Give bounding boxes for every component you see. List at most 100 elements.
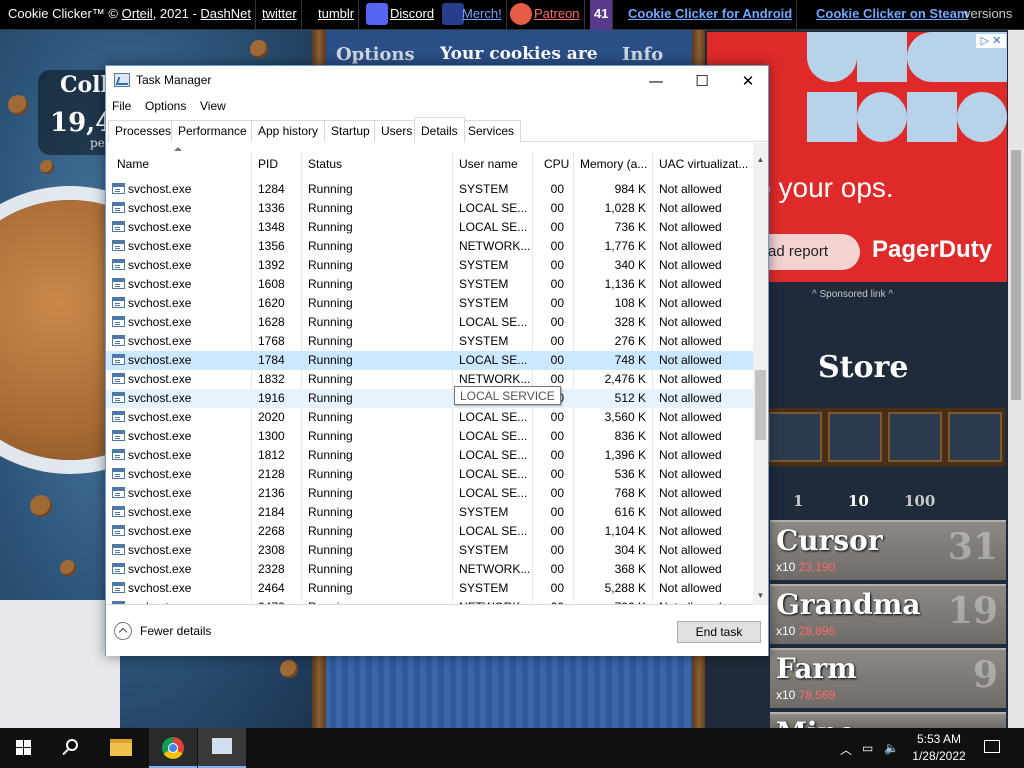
tab-startup[interactable]: Startup <box>324 120 377 142</box>
close-button[interactable]: ✕ <box>725 66 771 96</box>
building-farm[interactable]: Farm x10 78,569 9 <box>770 648 1006 708</box>
table-row[interactable]: svchost.exe 2472 Running NETWORK... 00 792 K N… <box>106 598 753 604</box>
clock-time[interactable]: 5:53 AM <box>906 732 972 746</box>
minimize-button[interactable]: — <box>633 66 679 96</box>
column-header-pid[interactable]: PID <box>258 157 278 171</box>
title-bar[interactable]: Task Manager — ☐ ✕ <box>106 66 768 96</box>
scroll-down-icon[interactable]: ▼ <box>753 591 768 603</box>
table-row[interactable]: svchost.exe 1608 Running SYSTEM 00 1,136 K Not… <box>106 275 753 294</box>
tab-services[interactable]: Services <box>461 120 522 142</box>
table-row[interactable]: svchost.exe 1300 Running LOCAL SE... 00 836 K… <box>106 427 753 446</box>
column-header-name[interactable]: Name <box>117 157 149 171</box>
table-row[interactable]: svchost.exe 1628 Running LOCAL SE... 00 328 K… <box>106 313 753 332</box>
upgrade-cookie-icon[interactable] <box>888 412 942 462</box>
table-row[interactable]: svchost.exe 2464 Running SYSTEM 00 5,288 K Not… <box>106 579 753 598</box>
vertical-scrollbar[interactable]: ▲ ▼ <box>753 143 768 605</box>
table-row[interactable]: svchost.exe 2020 Running LOCAL SE... 00 3,560… <box>106 408 753 427</box>
news-ticker: Your cookies are <box>440 44 598 64</box>
table-row[interactable]: svchost.exe 1336 Running LOCAL SE... 00 1,028… <box>106 199 753 218</box>
menu-view[interactable]: View <box>200 99 226 113</box>
column-header-uac[interactable]: UAC virtualizat... <box>659 157 748 171</box>
building-multiplier: x10 <box>776 560 796 574</box>
building-grandma[interactable]: Grandma x10 28,896 19 <box>770 584 1006 644</box>
process-name: svchost.exe <box>128 201 192 215</box>
page-scrollbar-thumb[interactable] <box>1011 150 1021 400</box>
steam-link[interactable]: Cookie Clicker on Steam <box>812 0 972 30</box>
table-row[interactable]: svchost.exe 1284 Running SYSTEM 00 984 K Not a… <box>106 180 753 199</box>
table-row[interactable]: svchost.exe 1620 Running SYSTEM 00 108 K Not a… <box>106 294 753 313</box>
process-status: Running <box>308 220 353 234</box>
process-user-name: SYSTEM <box>459 258 509 272</box>
windows-start-icon[interactable] <box>0 728 48 768</box>
table-row[interactable]: svchost.exe1916RunningLOCAL SE...00512 K… <box>106 389 753 408</box>
process-status: Running <box>308 182 353 196</box>
discord-link[interactable]: Discord <box>386 0 438 30</box>
task-manager-window[interactable]: Task Manager — ☐ ✕ File Options View Pro… <box>105 65 769 656</box>
table-row[interactable]: svchost.exe 2128 Running LOCAL SE... 00 536 K… <box>106 465 753 484</box>
search-button[interactable] <box>48 728 96 768</box>
scrollbar-thumb[interactable] <box>755 370 766 440</box>
process-window-icon <box>112 316 125 327</box>
table-row[interactable]: svchost.exe 1784 Running LOCAL SE... 00 748 K… <box>106 351 753 370</box>
end-task-button[interactable]: End task <box>677 621 761 643</box>
author-link[interactable]: Orteil <box>122 6 153 21</box>
table-row[interactable]: svchost.exe 2136 Running LOCAL SE... 00 768 K… <box>106 484 753 503</box>
table-row[interactable]: svchost.exe 1768 Running SYSTEM 00 276 K Not a… <box>106 332 753 351</box>
ad-close-icon[interactable]: ▷ ✕ <box>976 34 1006 48</box>
process-window-icon <box>112 183 125 194</box>
process-cpu: 00 <box>550 524 564 538</box>
table-row[interactable]: svchost.exe 2268 Running LOCAL SE... 00 1,104… <box>106 522 753 541</box>
menu-file[interactable]: File <box>112 99 131 113</box>
network-icon[interactable]: ▭ <box>862 741 873 755</box>
table-row[interactable]: svchost.exe 1348 Running LOCAL SE... 00 736 K… <box>106 218 753 237</box>
building-cursor[interactable]: Cursor x10 23,190 31 <box>770 520 1006 580</box>
versions-link[interactable]: versions <box>960 0 1016 30</box>
maximize-button[interactable]: ☐ <box>679 66 725 96</box>
column-header-memory[interactable]: Memory (a... <box>580 157 647 171</box>
table-row[interactable]: svchost.exe 2308 Running SYSTEM 00 304 K Not a… <box>106 541 753 560</box>
sponsored-link[interactable]: ^ Sponsored link ^ <box>812 289 893 300</box>
process-name: svchost.exe <box>128 448 192 462</box>
notification-center-icon[interactable] <box>984 740 1000 753</box>
chrome-button[interactable] <box>149 728 197 768</box>
tab-processes[interactable]: Processes <box>108 120 179 142</box>
patreon-link[interactable]: Patreon <box>530 0 585 30</box>
task-manager-taskbar-button[interactable] <box>198 728 246 768</box>
upgrade-pickaxe-icon[interactable] <box>828 412 882 462</box>
tab-app-history[interactable]: App history <box>251 120 326 142</box>
tab-details[interactable]: Details <box>414 117 465 143</box>
volume-muted-icon[interactable]: 🔈 <box>884 741 899 755</box>
twitter-link[interactable]: twitter <box>258 0 302 30</box>
table-row[interactable]: svchost.exe 1356 Running NETWORK... 00 1,776 … <box>106 237 753 256</box>
file-explorer-button[interactable] <box>98 728 146 768</box>
building-mine[interactable]: Mine <box>770 712 1006 728</box>
process-uac: Not allowed <box>659 277 722 291</box>
android-link[interactable]: Cookie Clicker for Android <box>624 0 798 30</box>
tumblr-link[interactable]: tumblr <box>314 0 360 30</box>
show-hidden-icons-icon[interactable]: ︿ <box>840 741 852 758</box>
bulk-buy-100[interactable]: 100 <box>904 492 935 510</box>
merch-link[interactable]: Merch! <box>458 0 507 30</box>
bulk-buy-10[interactable]: 10 <box>848 492 869 510</box>
column-header-status[interactable]: Status <box>308 157 342 171</box>
options-tab[interactable]: Options <box>336 44 415 65</box>
info-tab[interactable]: Info <box>622 44 663 65</box>
table-row[interactable]: svchost.exe 2184 Running SYSTEM 00 616 K Not a… <box>106 503 753 522</box>
upgrade-kitten-icon[interactable] <box>948 412 1002 462</box>
table-row[interactable]: svchost.exe 1832 Running NETWORK... 00 2,476 … <box>106 370 753 389</box>
column-header-cpu[interactable]: CPU <box>544 157 569 171</box>
version-badge[interactable]: 41 <box>590 0 614 30</box>
tab-users[interactable]: Users <box>374 120 420 142</box>
table-row[interactable]: svchost.exe 1812 Running LOCAL SE... 00 1,396… <box>106 446 753 465</box>
menu-options[interactable]: Options <box>145 99 186 113</box>
bulk-buy-1[interactable]: 1 <box>793 492 803 510</box>
upgrade-cursor-icon[interactable] <box>768 412 822 462</box>
dashnet-link[interactable]: DashNet <box>200 6 251 21</box>
tab-performance[interactable]: Performance <box>171 120 254 142</box>
scroll-up-icon[interactable]: ▲ <box>753 155 768 167</box>
table-row[interactable]: svchost.exe 1392 Running SYSTEM 00 340 K Not a… <box>106 256 753 275</box>
process-user-name: LOCAL SE... <box>459 220 528 234</box>
table-row[interactable]: svchost.exe 2328 Running NETWORK... 00 368 K N… <box>106 560 753 579</box>
column-header-user-name[interactable]: User name <box>459 157 518 171</box>
clock-date[interactable]: 1/28/2022 <box>906 749 972 763</box>
